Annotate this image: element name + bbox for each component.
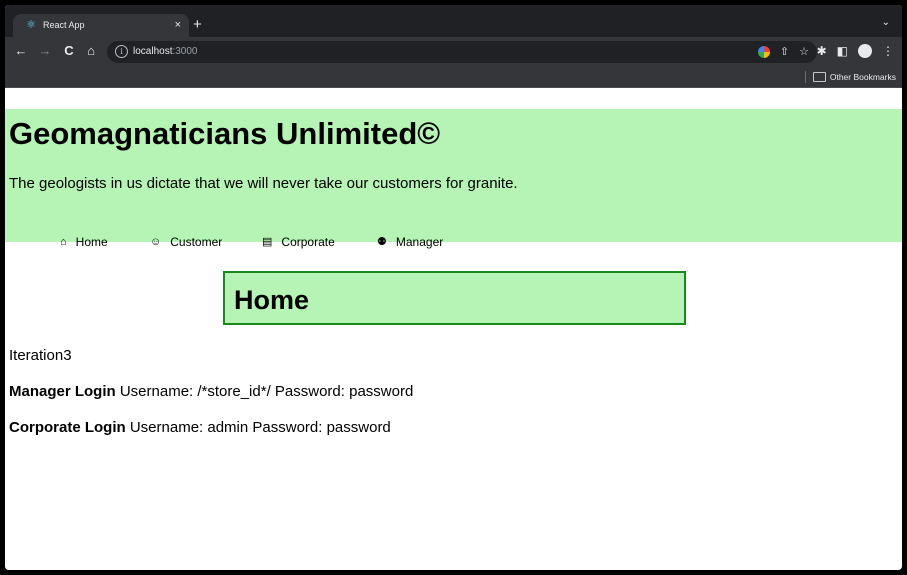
nav-home[interactable]: ⌂ Home	[60, 234, 108, 250]
manager-login-info: Manager Login Username: /*store_id*/ Pas…	[9, 383, 413, 401]
reload-button[interactable]: C	[61, 42, 77, 60]
tab-search-icon[interactable]: ⌄	[882, 17, 890, 29]
nav-manager-label: Manager	[395, 235, 444, 249]
site-header: Geomagnaticians Unlimited© The geologist…	[5, 109, 902, 249]
nav-customer[interactable]: ☺ Customer	[150, 234, 222, 250]
browser-window: ⚛ React App × + ⌄ ← → C ⌂ i localhost:30…	[5, 5, 902, 570]
close-icon[interactable]: ×	[175, 18, 181, 32]
forward-button[interactable]: →	[37, 42, 53, 60]
corporate-login-credentials: Username: admin Password: password	[125, 419, 391, 436]
corporate-login-info: Corporate Login Username: admin Password…	[9, 419, 391, 437]
tab-title: React App	[43, 20, 85, 30]
browser-tab[interactable]: ⚛ React App ×	[13, 14, 189, 37]
nav-corporate[interactable]: ▤ Corporate	[262, 234, 335, 250]
toolbar-actions: ✱ ◧ ⋮	[817, 43, 894, 59]
omnibox-actions: ⇧ ☆	[757, 45, 809, 59]
iteration-text: Iteration3	[9, 347, 72, 364]
info-icon[interactable]: i	[115, 45, 128, 58]
star-icon[interactable]: ☆	[799, 45, 809, 59]
home-icon: ⌂	[60, 236, 67, 248]
nav-manager[interactable]: ⚉ Manager	[377, 234, 443, 250]
manager-login-credentials: Username: /*store_id*/ Password: passwor…	[115, 383, 414, 400]
side-panel-icon[interactable]: ◧	[837, 43, 848, 59]
url-text: localhost:3000	[133, 46, 198, 57]
bookmarks-divider	[805, 71, 806, 83]
smile-icon: ☺	[150, 236, 162, 248]
corporate-login-label: Corporate Login	[9, 419, 126, 436]
manager-icon: ⚉	[377, 236, 387, 248]
react-icon: ⚛	[26, 19, 36, 31]
site-tagline: The geologists in us dictate that we wil…	[9, 175, 518, 192]
menu-icon[interactable]: ⋮	[882, 43, 894, 59]
site-title: Geomagnaticians Unlimited©	[9, 116, 441, 151]
new-tab-button[interactable]: +	[193, 17, 202, 33]
page-viewport: Geomagnaticians Unlimited© The geologist…	[5, 88, 902, 570]
extensions-icon[interactable]: ✱	[817, 43, 827, 59]
profile-avatar[interactable]	[858, 44, 872, 58]
google-icon[interactable]	[757, 46, 770, 58]
building-icon: ▤	[262, 236, 273, 248]
back-button[interactable]: ←	[13, 42, 29, 60]
page-heading: Home	[234, 285, 310, 315]
other-bookmarks[interactable]: Other Bookmarks	[812, 71, 896, 83]
share-icon[interactable]: ⇧	[780, 45, 789, 59]
nav-customer-label: Customer	[170, 235, 223, 249]
home-button[interactable]: ⌂	[83, 42, 99, 60]
address-bar[interactable]: i localhost:3000 ⇧ ☆	[107, 41, 817, 63]
nav-corporate-label: Corporate	[281, 235, 335, 249]
other-bookmarks-label: Other Bookmarks	[829, 72, 896, 82]
page-heading-box: Home	[223, 271, 686, 325]
bookmarks-bar: Other Bookmarks	[5, 67, 902, 88]
manager-login-label: Manager Login	[9, 383, 116, 400]
nav-home-label: Home	[75, 235, 108, 249]
tab-strip: ⚛ React App × + ⌄	[5, 5, 902, 37]
folder-icon	[812, 72, 826, 82]
browser-toolbar: ← → C ⌂ i localhost:3000 ⇧ ☆ ✱ ◧ ⋮	[5, 37, 902, 67]
